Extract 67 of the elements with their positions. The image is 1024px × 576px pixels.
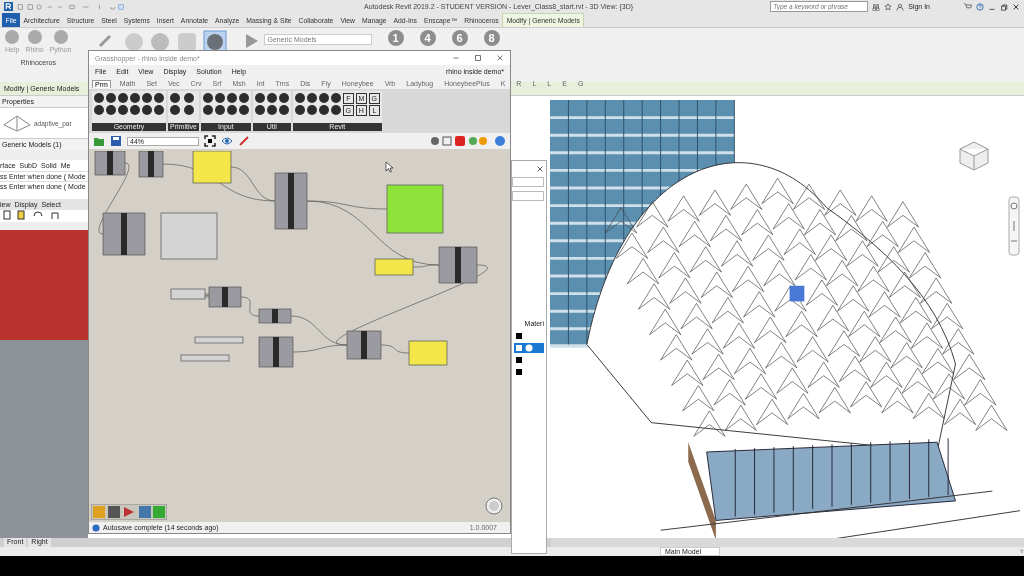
sphere-icon[interactable] [494, 135, 506, 147]
component-node[interactable] [346, 330, 382, 360]
maximize-icon[interactable] [474, 54, 482, 62]
user-icon[interactable] [896, 2, 905, 11]
component-icon[interactable] [306, 93, 317, 103]
component-node[interactable] [274, 172, 308, 230]
restore-icon[interactable] [1000, 2, 1008, 11]
component-node[interactable] [160, 212, 218, 260]
help-icon[interactable] [976, 2, 984, 11]
component-node[interactable] [94, 151, 126, 176]
component-icon[interactable] [266, 105, 277, 115]
component-node[interactable] [386, 184, 444, 234]
component-icon[interactable] [214, 105, 225, 115]
info-icon [92, 523, 100, 532]
component-icon[interactable] [318, 93, 329, 103]
component-icon[interactable] [330, 105, 341, 115]
component-node[interactable] [102, 212, 146, 256]
component-icon[interactable] [266, 93, 277, 103]
canvas-toolbar-icons-drawing[interactable] [91, 504, 167, 520]
component-node[interactable] [208, 286, 242, 308]
zoom-extents-icon[interactable] [204, 135, 216, 147]
component-icon[interactable] [254, 105, 265, 115]
component-icon[interactable] [294, 105, 305, 115]
component-icon[interactable] [202, 93, 213, 103]
component-icon[interactable] [226, 105, 237, 115]
close-icon[interactable] [1012, 2, 1020, 11]
component-icon[interactable] [238, 105, 249, 115]
wire [240, 296, 260, 317]
binoculars-icon[interactable] [872, 2, 881, 11]
component-node[interactable] [170, 288, 206, 300]
component-node[interactable] [438, 246, 478, 284]
component-node[interactable] [180, 354, 230, 362]
save-icon[interactable] [110, 135, 122, 147]
close-icon[interactable] [536, 165, 544, 173]
component-icon[interactable] [330, 93, 341, 103]
component-icon[interactable] [226, 93, 237, 103]
star-icon[interactable] [884, 2, 893, 11]
navigation-bar-icon[interactable] [1008, 196, 1020, 256]
component-icon[interactable] [184, 93, 195, 103]
input-field[interactable] [512, 177, 544, 187]
component-node[interactable] [138, 151, 164, 178]
component-icon[interactable] [306, 105, 317, 115]
folder-icon[interactable] [93, 135, 105, 147]
component-icon[interactable] [278, 93, 289, 103]
sketch-icon[interactable] [238, 135, 250, 147]
eye-icon[interactable] [221, 135, 233, 147]
cart-icon[interactable] [964, 2, 972, 11]
component-icon[interactable] [184, 105, 195, 115]
component-node[interactable] [258, 308, 292, 324]
preview-icons-drawing[interactable] [429, 135, 489, 147]
component-icon[interactable] [318, 105, 329, 115]
component-icon[interactable] [254, 93, 265, 103]
component-icon[interactable] [202, 105, 213, 115]
component-node[interactable] [258, 336, 294, 368]
input-field[interactable] [512, 191, 544, 201]
cursor-icon [385, 161, 393, 173]
component-node[interactable] [408, 340, 448, 366]
zoom-widget-icon[interactable] [484, 496, 504, 516]
close-icon[interactable] [496, 54, 504, 62]
component-node[interactable] [192, 151, 232, 184]
app-logo-icon[interactable] [4, 2, 13, 11]
component-icon[interactable] [238, 93, 249, 103]
component-icon[interactable] [294, 93, 305, 103]
component-icon[interactable] [278, 105, 289, 115]
component-node[interactable] [374, 258, 414, 276]
component-node[interactable] [194, 336, 244, 344]
component-icon[interactable] [214, 93, 225, 103]
